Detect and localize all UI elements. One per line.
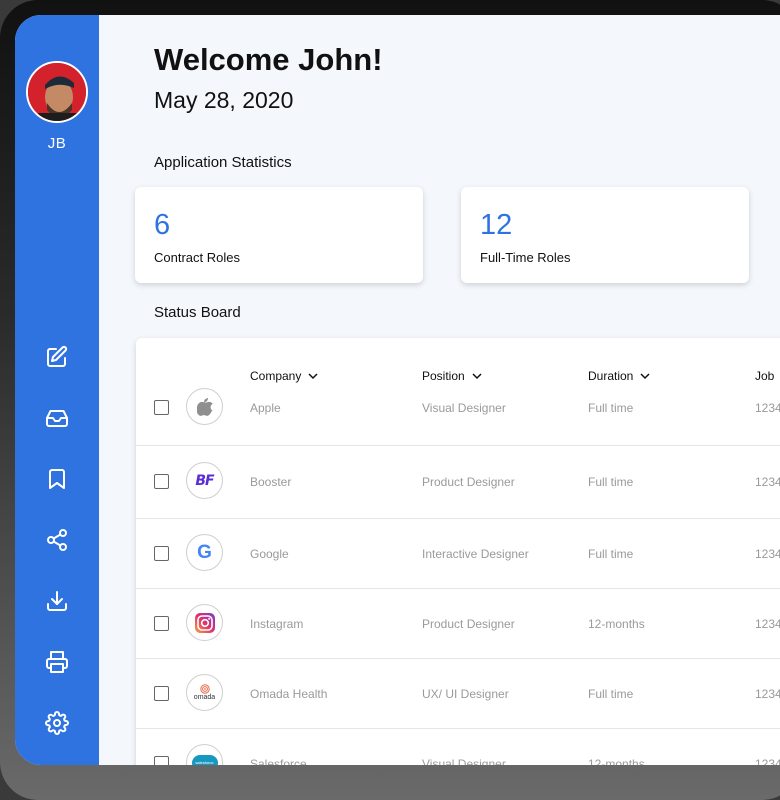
stat-value: 12	[480, 209, 513, 241]
settings-icon[interactable]	[45, 711, 69, 735]
position-name: Interactive Designer	[422, 547, 529, 561]
stat-card-contract[interactable]: 6 Contract Roles	[135, 187, 423, 283]
stat-card-full-time[interactable]: 12 Full-Time Roles	[461, 187, 749, 283]
instagram-logo-icon	[186, 604, 223, 641]
table-row[interactable]: salesforce Salesforce Visual Designer 12…	[136, 729, 780, 765]
job-value: 1234	[755, 475, 780, 489]
position-name: Visual Designer	[422, 757, 506, 765]
app-screen: JB Welcome John! May 28, 2020 Applicatio…	[15, 15, 780, 765]
duration-value: 12-months	[588, 757, 645, 765]
page-title: Welcome John!	[154, 42, 383, 77]
job-value: 1234	[755, 547, 780, 561]
avatar[interactable]	[26, 61, 88, 123]
duration-value: 12-months	[588, 617, 645, 631]
company-name: Omada Health	[250, 687, 328, 701]
row-checkbox[interactable]	[154, 756, 169, 765]
table-row[interactable]: G Google Interactive Designer Full time …	[136, 519, 780, 589]
job-value: 1234	[755, 401, 780, 415]
row-checkbox[interactable]	[154, 400, 169, 415]
duration-value: Full time	[588, 475, 634, 489]
booster-logo-icon: BF	[186, 462, 223, 499]
row-checkbox[interactable]	[154, 686, 169, 701]
position-name: Product Designer	[422, 475, 515, 489]
avatar-image	[28, 63, 86, 121]
position-name: Product Designer	[422, 617, 515, 631]
omada-logo-text: omada	[193, 693, 216, 701]
stat-label: Contract Roles	[154, 250, 240, 265]
google-logo-text: G	[197, 541, 212, 563]
status-board-heading: Status Board	[154, 304, 241, 321]
download-icon[interactable]	[45, 589, 69, 613]
booster-logo-text: BF	[195, 472, 214, 489]
current-date: May 28, 2020	[154, 87, 294, 113]
stat-value: 6	[154, 209, 171, 241]
position-name: UX/ UI Designer	[422, 687, 509, 701]
company-name: Apple	[250, 401, 281, 415]
salesforce-logo-icon: salesforce	[186, 744, 223, 765]
apple-logo-icon	[186, 388, 223, 425]
edit-icon[interactable]	[45, 345, 69, 369]
print-icon[interactable]	[45, 650, 69, 674]
company-name: Salesforce	[250, 757, 307, 765]
row-checkbox[interactable]	[154, 616, 169, 631]
share-icon[interactable]	[45, 528, 69, 552]
main-content: Welcome John! May 28, 2020 Application S…	[99, 15, 780, 765]
row-checkbox[interactable]	[154, 474, 169, 489]
company-name: Booster	[250, 475, 292, 489]
bookmark-icon[interactable]	[45, 467, 69, 491]
table-row[interactable]: BF Booster Product Designer Full time 12…	[136, 446, 780, 519]
status-board-table: Company Position Duration Job Apple Visu…	[136, 338, 780, 765]
job-value: 1234	[755, 757, 780, 765]
table-row[interactable]: Apple Visual Designer Full time 1234	[136, 370, 780, 446]
inbox-icon[interactable]	[45, 406, 69, 430]
omada-logo-icon: omada	[186, 674, 223, 711]
company-name: Google	[250, 547, 289, 561]
user-initials: JB	[47, 135, 67, 152]
device-frame: JB Welcome John! May 28, 2020 Applicatio…	[0, 0, 780, 800]
salesforce-logo-text: salesforce	[195, 760, 214, 765]
table-row[interactable]: Instagram Product Designer 12-months 123…	[136, 589, 780, 659]
position-name: Visual Designer	[422, 401, 506, 415]
duration-value: Full time	[588, 687, 634, 701]
omada-mark	[199, 683, 210, 694]
statistics-heading: Application Statistics	[154, 154, 292, 171]
sidebar: JB	[15, 15, 99, 765]
company-name: Instagram	[250, 617, 304, 631]
job-value: 1234	[755, 617, 780, 631]
job-value: 1234	[755, 687, 780, 701]
table-row[interactable]: omada Omada Health UX/ UI Designer Full …	[136, 659, 780, 729]
google-logo-icon: G	[186, 534, 223, 571]
duration-value: Full time	[588, 547, 634, 561]
row-checkbox[interactable]	[154, 546, 169, 561]
duration-value: Full time	[588, 401, 634, 415]
stat-label: Full-Time Roles	[480, 250, 571, 265]
